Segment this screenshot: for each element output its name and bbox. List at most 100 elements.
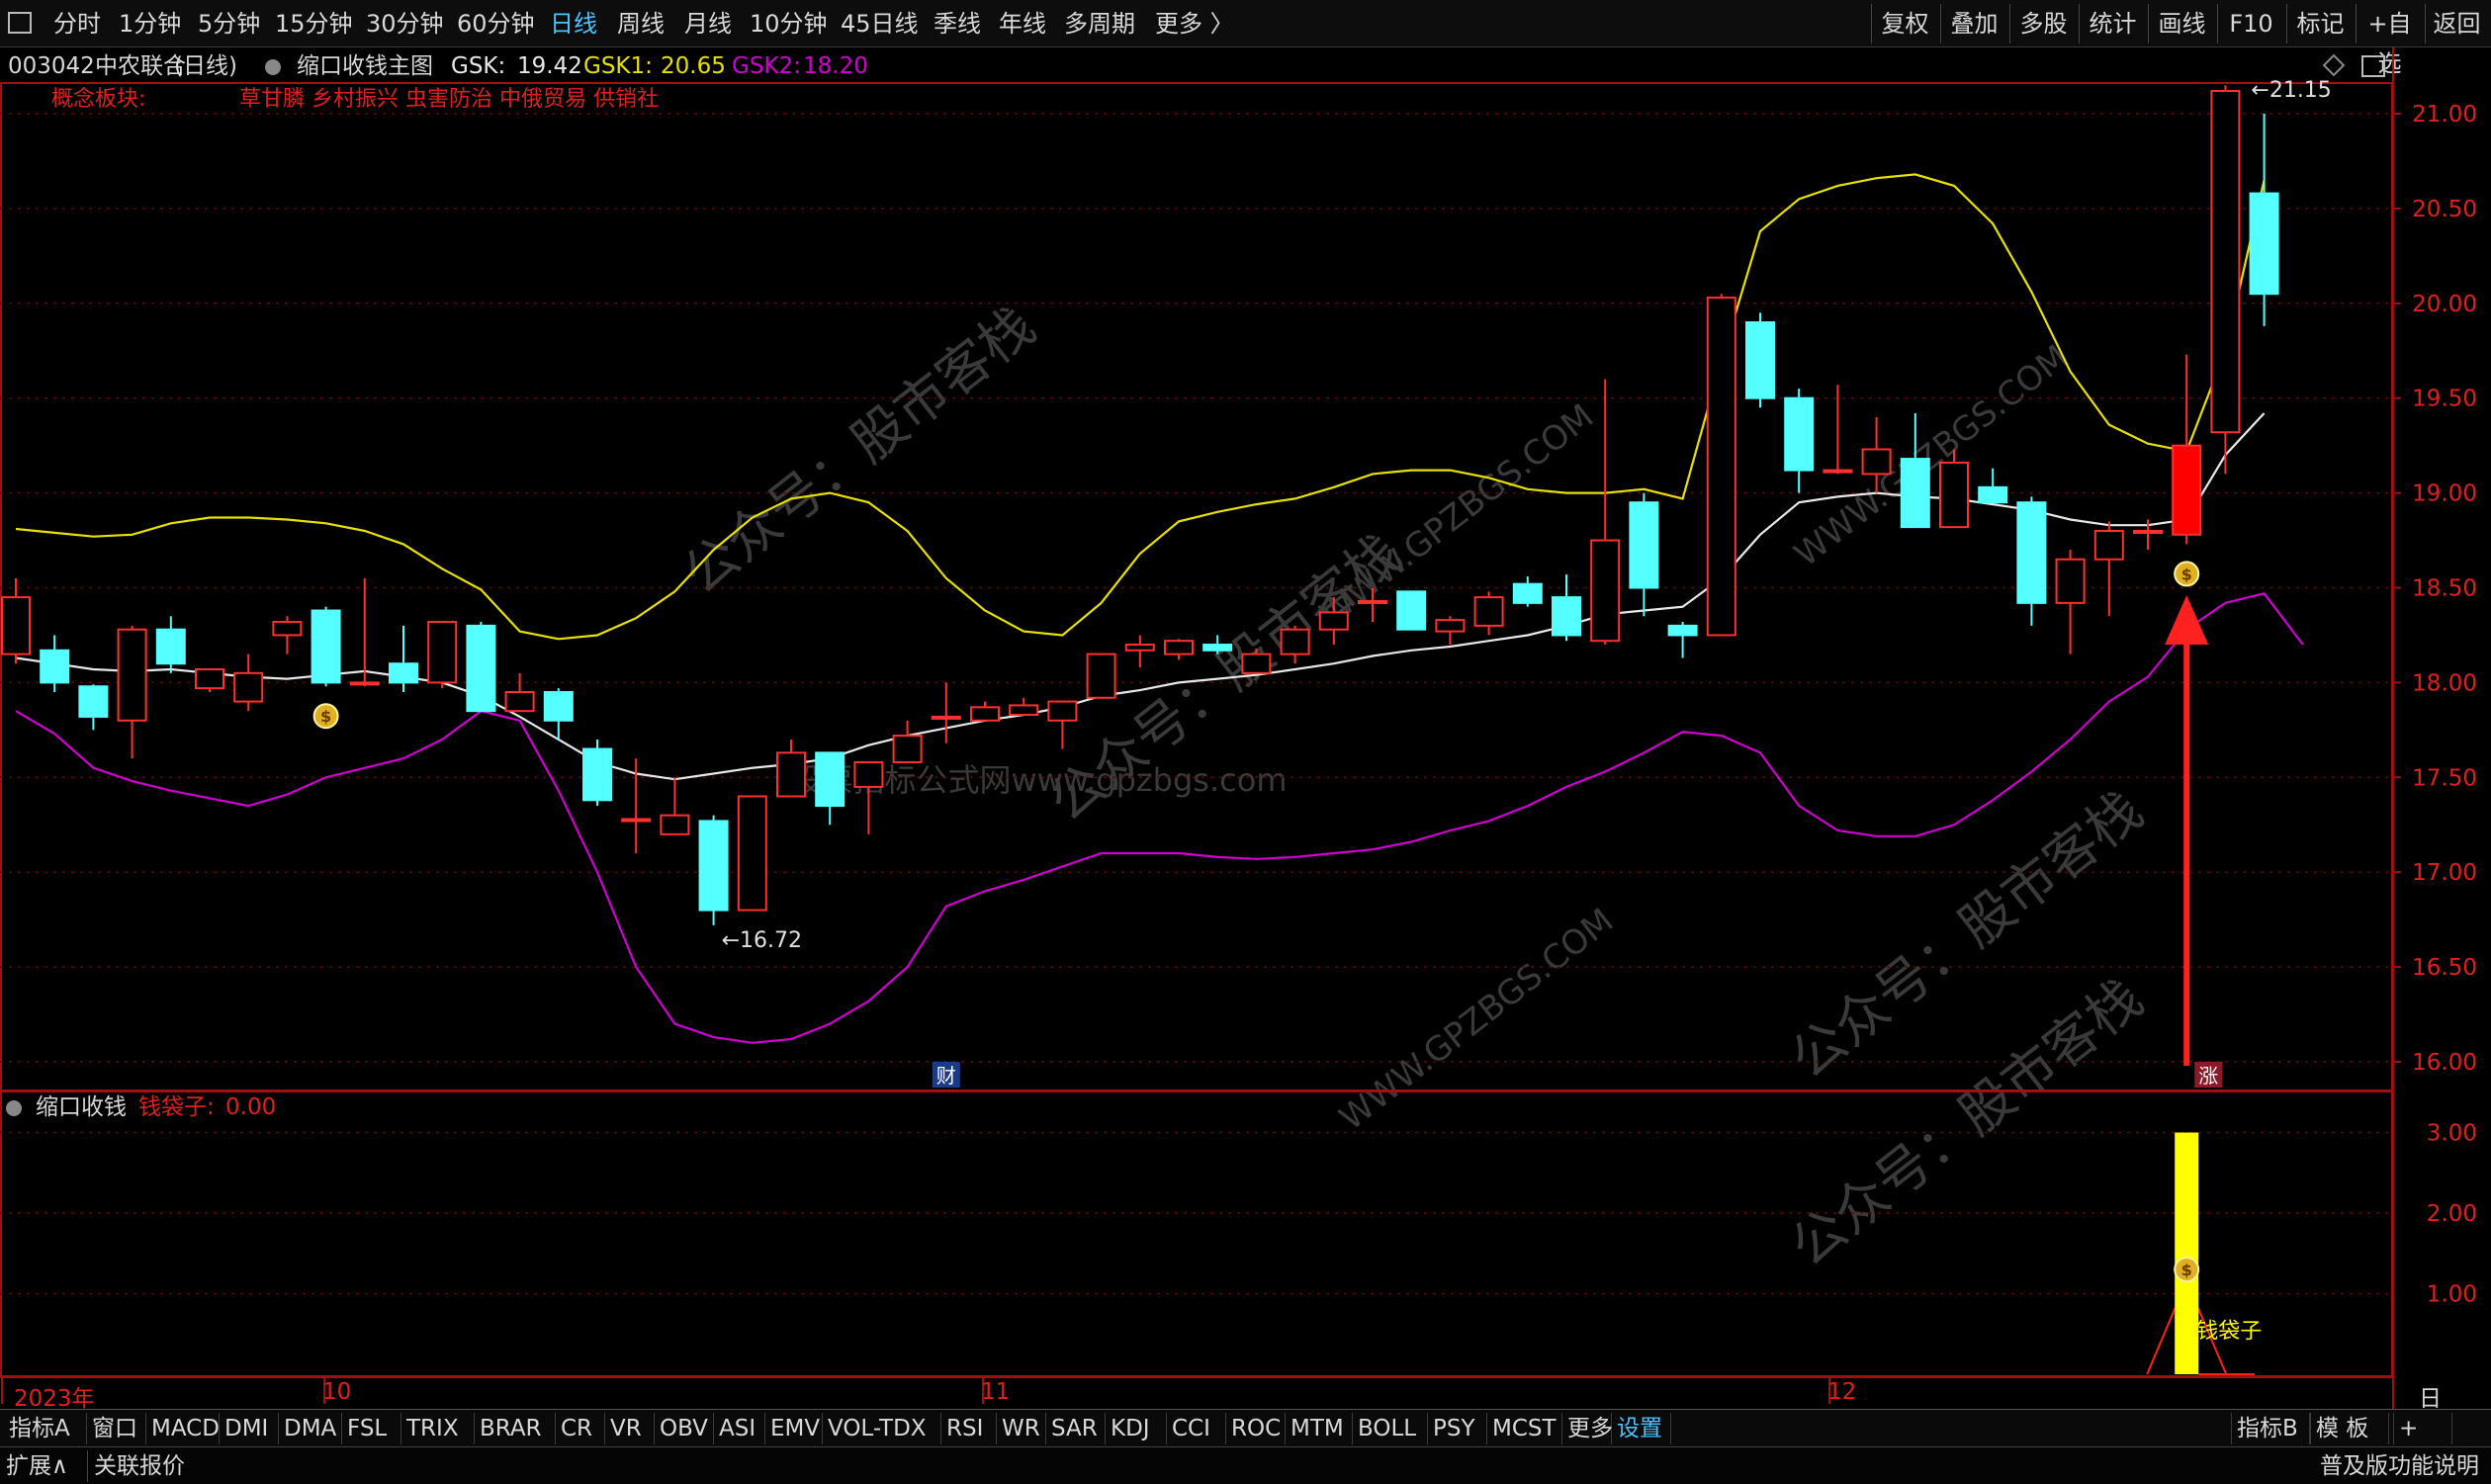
candle[interactable] xyxy=(776,739,806,798)
candle[interactable] xyxy=(2093,521,2124,617)
candle[interactable] xyxy=(1667,622,1698,658)
marker-cai[interactable]: 财 xyxy=(936,1064,956,1088)
indicator-tab-9[interactable]: VR xyxy=(605,1413,655,1444)
indicator-tab-18[interactable]: CCI xyxy=(1167,1413,1226,1444)
indicator-tab-21[interactable]: BOLL xyxy=(1353,1413,1428,1444)
candle[interactable] xyxy=(155,616,186,673)
indicator-tab-7[interactable]: BRAR xyxy=(475,1413,556,1444)
indicator-tab-24[interactable]: 更多 xyxy=(1562,1413,1613,1444)
candle[interactable] xyxy=(737,795,767,912)
indicator-tab-3[interactable]: DMI xyxy=(220,1413,279,1444)
time-axis: 2023年 10 11 12 日线 xyxy=(0,1377,2442,1445)
indicator-tab-15[interactable]: WR xyxy=(997,1413,1046,1444)
candle[interactable] xyxy=(2016,496,2047,626)
candle[interactable] xyxy=(660,777,690,835)
indicator-right-button-1[interactable]: 模 板 xyxy=(2310,1413,2389,1444)
candle-body xyxy=(543,690,574,722)
watermark-text-0: 公众号：股市客栈 xyxy=(671,295,1046,607)
candle[interactable] xyxy=(2172,354,2202,545)
edition-info-button[interactable]: 普及版功能说明 xyxy=(2320,1450,2479,1482)
price-tick-label: 20.00 xyxy=(2412,292,2477,317)
indicator-tab-23[interactable]: MCST xyxy=(1487,1413,1562,1444)
indicator-tab-17[interactable]: KDJ xyxy=(1106,1413,1167,1444)
candle[interactable] xyxy=(815,751,845,826)
sub-indicator-name[interactable]: 缩口收钱 xyxy=(36,1091,127,1123)
candle[interactable] xyxy=(1435,616,1466,646)
indicator-tab-2[interactable]: MACD xyxy=(146,1413,220,1444)
marker-zhang[interactable]: 涨 xyxy=(2198,1064,2218,1088)
indicator-tab-12[interactable]: EMV xyxy=(765,1413,823,1444)
candle[interactable] xyxy=(621,758,652,854)
candle[interactable] xyxy=(1473,591,1504,636)
candle[interactable] xyxy=(892,720,923,763)
candle[interactable] xyxy=(78,684,109,731)
candle[interactable] xyxy=(311,606,341,687)
candle[interactable] xyxy=(466,622,496,713)
price-tick-label: 21.00 xyxy=(2412,102,2477,128)
candle[interactable] xyxy=(1124,635,1155,668)
indicator-tab-13[interactable]: VOL-TDX xyxy=(823,1413,941,1444)
candle[interactable] xyxy=(1706,294,1736,637)
candle[interactable] xyxy=(2249,114,2279,326)
candle[interactable] xyxy=(1,577,31,664)
candle[interactable] xyxy=(1552,574,1581,642)
indicator-tab-11[interactable]: ASI xyxy=(714,1413,765,1444)
indicator-tab-8[interactable]: CR xyxy=(556,1413,605,1444)
candle-body xyxy=(1978,485,2008,504)
candle[interactable] xyxy=(349,577,380,687)
expand-button[interactable]: 扩展∧ xyxy=(6,1450,68,1482)
candle[interactable] xyxy=(427,621,458,689)
candle[interactable] xyxy=(389,625,418,692)
money-bag-icon: $ xyxy=(2174,561,2200,587)
candle[interactable] xyxy=(1396,590,1427,631)
watermark-text-6: WWW.GPZBGS.COM xyxy=(1332,901,1621,1138)
indicator-right-button-0[interactable]: 指标B xyxy=(2231,1413,2310,1444)
price-chart[interactable]: 公众号：股市客栈公众号：股市客栈公众号：股市客栈股票指标公式网www.gpzbg… xyxy=(0,0,2491,1409)
candle[interactable] xyxy=(233,654,264,712)
indicator-tab-0[interactable]: 指标A xyxy=(4,1413,87,1444)
sub-panel-border xyxy=(0,1091,2393,1377)
indicator-tab-22[interactable]: PSY xyxy=(1428,1413,1487,1444)
candle[interactable] xyxy=(40,635,70,692)
candle[interactable] xyxy=(1047,700,1078,749)
candle[interactable] xyxy=(1978,468,2008,504)
indicator-tab-20[interactable]: MTM xyxy=(1286,1413,1353,1444)
indicator-tab-6[interactable]: TRIX xyxy=(401,1413,475,1444)
candle[interactable] xyxy=(1590,379,1621,646)
candle[interactable] xyxy=(1164,639,1194,660)
candle[interactable] xyxy=(543,688,574,740)
candle[interactable] xyxy=(504,672,535,713)
indicator-tab-4[interactable]: DMA xyxy=(279,1413,342,1444)
candle[interactable] xyxy=(1900,413,1930,529)
candle[interactable] xyxy=(1745,312,1775,408)
candle[interactable] xyxy=(195,667,224,692)
indicator-tab-5[interactable]: FSL xyxy=(342,1413,401,1444)
indicator-tab-16[interactable]: SAR xyxy=(1046,1413,1106,1444)
candle[interactable] xyxy=(1512,575,1543,607)
candle[interactable] xyxy=(2055,550,2086,655)
indicator-tab-19[interactable]: ROC xyxy=(1226,1413,1286,1444)
price-tick-label: 19.00 xyxy=(2412,481,2477,507)
candle[interactable] xyxy=(1784,389,1815,493)
candle[interactable] xyxy=(2210,85,2241,475)
indicator-tab-14[interactable]: RSI xyxy=(941,1413,997,1444)
indicator-tab-25[interactable]: 设置 xyxy=(1612,1413,1671,1444)
indicator-tab-1[interactable]: 窗口 xyxy=(87,1413,146,1444)
sub-indicator-menu-icon[interactable] xyxy=(6,1100,22,1116)
candle[interactable] xyxy=(1086,653,1116,699)
candle-body xyxy=(698,820,729,912)
related-quotes-button[interactable]: 关联报价 xyxy=(87,1450,185,1482)
candle[interactable] xyxy=(970,701,1000,722)
candle[interactable] xyxy=(1629,492,1659,617)
candle[interactable] xyxy=(1823,385,1853,475)
candle[interactable] xyxy=(698,815,729,925)
candle[interactable] xyxy=(1009,697,1039,717)
time-label-year: 2023年 xyxy=(14,1386,95,1412)
candle[interactable] xyxy=(582,739,612,807)
indicator-tab-10[interactable]: OBV xyxy=(655,1413,714,1444)
candle-body xyxy=(117,628,147,722)
indicator-right-button-2[interactable]: + xyxy=(2393,1413,2452,1444)
candle[interactable] xyxy=(117,625,147,759)
candle[interactable] xyxy=(931,682,961,743)
candle[interactable] xyxy=(272,616,303,655)
